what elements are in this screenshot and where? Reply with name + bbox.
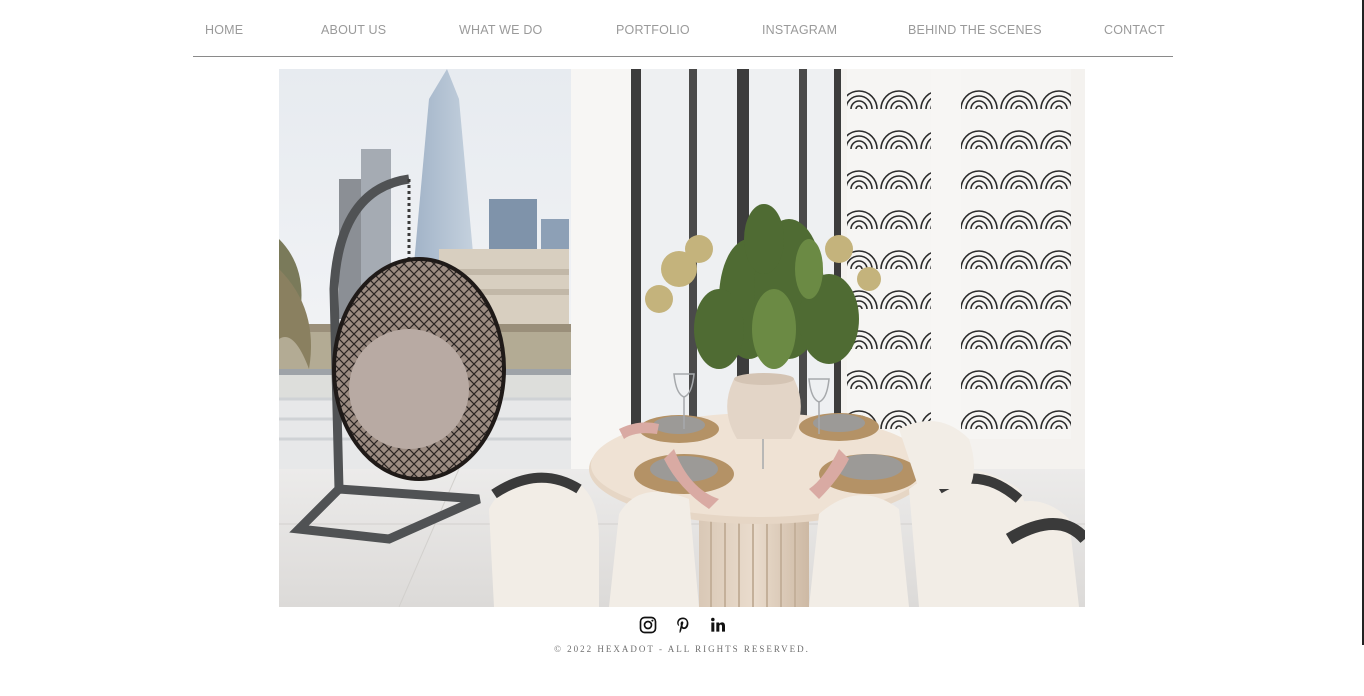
instagram-icon[interactable] <box>638 615 658 635</box>
nav-item-contact[interactable]: CONTACT <box>1104 23 1165 37</box>
main-navigation: HOME ABOUT US WHAT WE DO PORTFOLIO INSTA… <box>193 0 1173 57</box>
copyright-text: © 2022 HEXADOT - ALL RIGHTS RESERVED. <box>554 644 810 654</box>
nav-item-behind-the-scenes[interactable]: BEHIND THE SCENES <box>908 23 1042 37</box>
social-links <box>638 615 728 635</box>
pinterest-icon[interactable] <box>673 615 693 635</box>
nav-item-what-we-do[interactable]: WHAT WE DO <box>459 23 542 37</box>
nav-item-home[interactable]: HOME <box>205 23 243 37</box>
linkedin-icon[interactable] <box>708 615 728 635</box>
nav-item-about-us[interactable]: ABOUT US <box>321 23 386 37</box>
nav-item-portfolio[interactable]: PORTFOLIO <box>616 23 690 37</box>
hero-image <box>279 69 1085 607</box>
nav-item-instagram[interactable]: INSTAGRAM <box>762 23 837 37</box>
